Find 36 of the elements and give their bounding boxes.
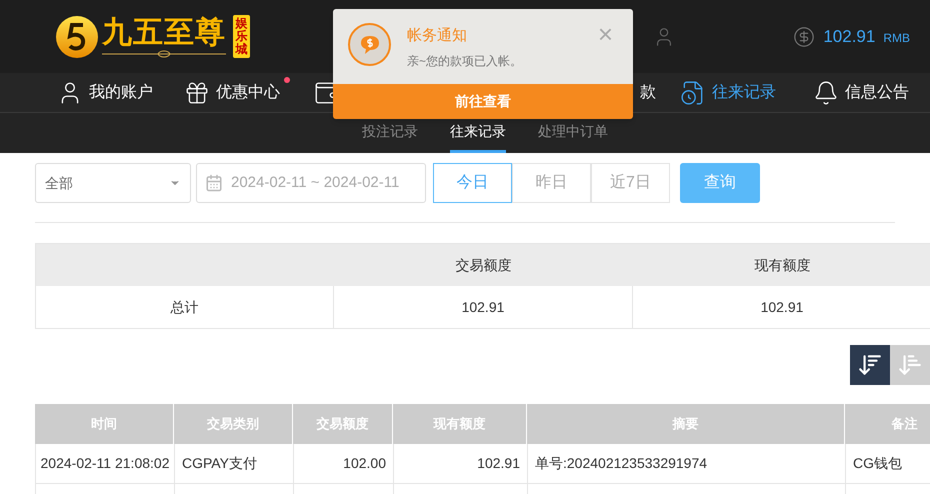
summary-cell: 102.91: [334, 286, 633, 328]
date-range-field[interactable]: 2024-02-11 ~ 2024-02-11: [196, 163, 426, 203]
balance-currency: RMB: [883, 30, 910, 47]
table-cell: 单号:202402123533291974: [528, 444, 846, 483]
notification-message: 亲~您的款项已入帐。: [407, 52, 524, 70]
logo-ornament-icon: [102, 50, 226, 58]
calendar-icon: [205, 174, 223, 192]
table-cell: CG钱包: [846, 444, 930, 483]
balance-amount: 102.91: [823, 26, 876, 48]
view-button[interactable]: 前往查看: [333, 84, 633, 119]
dollar-icon: [793, 26, 816, 48]
table-cell: 2024-02-11 21:08:02: [36, 444, 175, 483]
range-button[interactable]: 昨日: [512, 163, 591, 203]
summary-label: 总计: [36, 286, 334, 328]
logo-emblem-icon: [55, 14, 99, 58]
logo-badge: 娱乐城: [233, 15, 250, 58]
range-button[interactable]: 今日: [433, 163, 512, 203]
summary-column-header: 现有额度: [754, 256, 812, 274]
table-cell: 102.00: [294, 444, 394, 483]
table-cell: 102.91: [394, 444, 528, 483]
table-cell: CGPAY支付: [175, 444, 294, 483]
nav-item[interactable]: 款: [640, 80, 656, 104]
bell-icon: [813, 80, 839, 106]
logo-text: 九五至尊: [102, 16, 226, 50]
notification-title: 帐务通知: [407, 26, 468, 46]
range-button[interactable]: 近7日: [591, 163, 670, 203]
nav-item[interactable]: 我的账户: [57, 80, 153, 106]
sort-button[interactable]: [850, 345, 890, 385]
gift-icon: [184, 80, 210, 106]
nav-item[interactable]: 信息公告: [813, 80, 909, 106]
summary-column-header: 交易额度: [454, 256, 512, 274]
nav-item[interactable]: 优惠中心: [184, 80, 280, 106]
nav-item[interactable]: 往来记录: [680, 80, 776, 106]
type-select[interactable]: 全部: [35, 163, 191, 203]
summary-cell: 102.91: [633, 286, 930, 328]
chat-dollar-icon: [348, 23, 391, 66]
